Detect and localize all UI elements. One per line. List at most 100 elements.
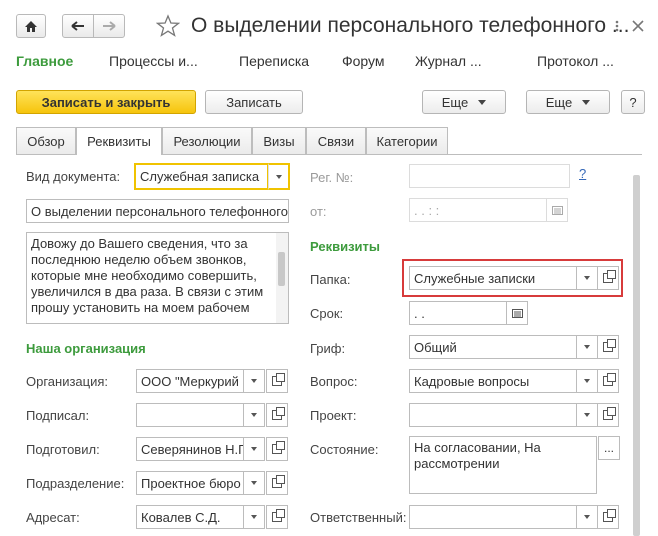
prepared-field[interactable]: Северянинов Н.Г (136, 437, 244, 461)
reg-field (409, 164, 570, 188)
from-calendar-button (546, 198, 568, 222)
section-processes[interactable]: Процессы и... (109, 53, 198, 69)
body-textarea[interactable]: Довожу до Вашего сведения, что за послед… (26, 232, 289, 324)
calendar-icon (511, 308, 523, 318)
org-group-title: Наша организация (26, 341, 146, 356)
responsible-field[interactable] (409, 505, 577, 529)
question-dropdown[interactable] (576, 369, 598, 393)
responsible-dropdown[interactable] (576, 505, 598, 529)
org-open-button[interactable] (266, 369, 288, 393)
open-icon (603, 373, 616, 386)
form-scroll-thumb[interactable] (633, 175, 640, 536)
home-icon (25, 20, 37, 32)
section-forum[interactable]: Форум (342, 53, 385, 69)
signed-dropdown[interactable] (243, 403, 265, 427)
term-field[interactable]: . . (409, 301, 507, 325)
tab-overview[interactable]: Обзор (16, 127, 76, 154)
folder-open-button[interactable] (597, 266, 619, 290)
close-icon[interactable] (632, 20, 644, 32)
dropdown-icon (584, 413, 590, 417)
open-icon (272, 475, 285, 488)
section-protocol[interactable]: Протокол ... (537, 53, 614, 69)
signed-field[interactable] (136, 403, 244, 427)
project-open-button[interactable] (597, 403, 619, 427)
home-button[interactable] (16, 14, 46, 38)
question-field[interactable]: Кадровые вопросы (409, 369, 577, 393)
tab-visas[interactable]: Визы (252, 127, 306, 154)
more-vertical-icon[interactable] (611, 20, 623, 32)
forward-button[interactable] (93, 14, 125, 38)
question-label: Вопрос: (310, 374, 358, 389)
tab-categories[interactable]: Категории (366, 127, 448, 154)
term-calendar-button[interactable] (506, 301, 528, 325)
dept-field[interactable]: Проектное бюро (136, 471, 244, 495)
dept-dropdown[interactable] (243, 471, 265, 495)
dropdown-icon (251, 447, 257, 451)
chevron-down-icon (582, 99, 591, 105)
section-journal[interactable]: Журнал ... (415, 53, 482, 69)
dept-label: Подразделение: (26, 476, 125, 491)
dropdown-icon (584, 379, 590, 383)
open-icon (603, 509, 616, 522)
favorite-star-icon[interactable] (156, 14, 180, 38)
stamp-label: Гриф: (310, 341, 346, 356)
tab-resolutions[interactable]: Резолюции (162, 127, 252, 154)
open-icon (603, 270, 616, 283)
dropdown-icon (584, 276, 590, 280)
folder-label: Папка: (310, 272, 351, 287)
more-label-2: Еще (545, 94, 573, 110)
addressee-label: Адресат: (26, 510, 80, 525)
prepared-open-button[interactable] (266, 437, 288, 461)
dept-open-button[interactable] (266, 471, 288, 495)
save-and-close-button[interactable]: Записать и закрыть (16, 90, 196, 114)
dropdown-icon (275, 174, 282, 179)
doc-type-dropdown[interactable] (268, 163, 290, 190)
org-field[interactable]: ООО "Меркурий (136, 369, 244, 393)
org-label: Организация: (26, 374, 109, 389)
project-label: Проект: (310, 408, 357, 423)
project-dropdown[interactable] (576, 403, 598, 427)
calendar-icon (551, 205, 563, 215)
dropdown-icon (251, 413, 257, 417)
doc-type-field[interactable]: Служебная записка (134, 163, 269, 190)
open-icon (272, 407, 285, 420)
dropdown-icon (584, 515, 590, 519)
from-label: от: (310, 204, 327, 219)
addressee-dropdown[interactable] (243, 505, 265, 529)
addressee-field[interactable]: Ковалев С.Д. (136, 505, 244, 529)
question-open-button[interactable] (597, 369, 619, 393)
folder-field[interactable]: Служебные записки (409, 266, 577, 290)
addressee-open-button[interactable] (266, 505, 288, 529)
open-icon (603, 407, 616, 420)
reg-label: Рег. №: (310, 170, 354, 185)
org-dropdown[interactable] (243, 369, 265, 393)
term-label: Срок: (310, 306, 344, 321)
arrow-left-icon (71, 21, 84, 31)
from-field: . . : : (409, 198, 547, 222)
subject-field[interactable]: О выделении персонального телефонного (26, 199, 289, 223)
open-icon (272, 373, 285, 386)
more-label-1: Еще (441, 94, 469, 110)
stamp-dropdown[interactable] (576, 335, 598, 359)
more-button-2[interactable]: Еще (526, 90, 610, 114)
body-scroll-thumb[interactable] (278, 252, 285, 286)
prepared-dropdown[interactable] (243, 437, 265, 461)
folder-dropdown[interactable] (576, 266, 598, 290)
state-select-button[interactable]: ... (598, 436, 620, 460)
stamp-field[interactable]: Общий (409, 335, 577, 359)
section-main[interactable]: Главное (16, 53, 73, 69)
section-correspondence[interactable]: Переписка (239, 53, 309, 69)
help-button[interactable]: ? (621, 90, 645, 114)
save-button[interactable]: Записать (205, 90, 303, 114)
signed-open-button[interactable] (266, 403, 288, 427)
project-field[interactable] (409, 403, 577, 427)
window-title: О выделении персонального телефонного ..… (191, 14, 630, 37)
more-button-1[interactable]: Еще (422, 90, 506, 114)
tab-requisites[interactable]: Реквизиты (76, 127, 162, 155)
state-field[interactable]: На согласовании, На рассмотрении (409, 436, 597, 494)
tab-links[interactable]: Связи (306, 127, 366, 154)
back-button[interactable] (62, 14, 94, 38)
responsible-open-button[interactable] (597, 505, 619, 529)
stamp-open-button[interactable] (597, 335, 619, 359)
reg-help-link[interactable]: ? (579, 166, 586, 181)
